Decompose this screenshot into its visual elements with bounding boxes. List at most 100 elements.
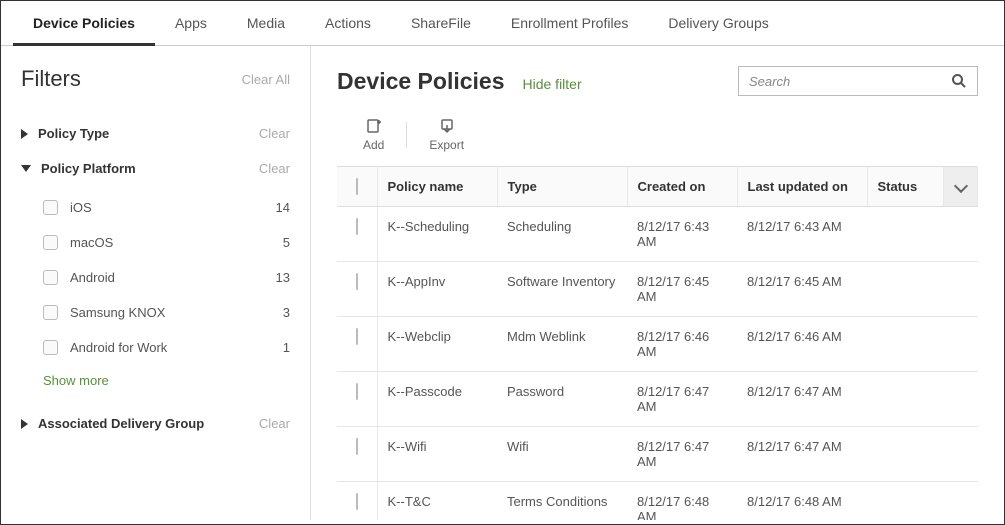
filter-group-delivery-group[interactable]: Associated Delivery Group Clear (21, 406, 290, 441)
cell-type: Software Inventory (497, 262, 627, 317)
filter-item-count: 5 (283, 235, 290, 250)
cell-status (867, 372, 978, 427)
cell-created: 8/12/17 6:45 AM (627, 262, 737, 317)
cell-created: 8/12/17 6:46 AM (627, 317, 737, 372)
checkbox[interactable] (356, 218, 358, 235)
cell-updated: 8/12/17 6:46 AM (737, 317, 867, 372)
export-button[interactable]: Export (429, 118, 464, 152)
cell-created: 8/12/17 6:43 AM (627, 207, 737, 262)
clear-link[interactable]: Clear (259, 161, 290, 176)
cell-created: 8/12/17 6:48 AM (627, 482, 737, 521)
tab-actions[interactable]: Actions (305, 1, 391, 45)
cell-policy-name: K--T&C (377, 482, 497, 521)
filter-group-label: Policy Platform (41, 161, 136, 176)
checkbox[interactable] (356, 273, 358, 290)
cell-updated: 8/12/17 6:45 AM (737, 262, 867, 317)
cell-updated: 8/12/17 6:47 AM (737, 372, 867, 427)
col-type[interactable]: Type (497, 167, 627, 207)
table-row[interactable]: K--WebclipMdm Weblink8/12/17 6:46 AM8/12… (337, 317, 978, 372)
cell-updated: 8/12/17 6:48 AM (737, 482, 867, 521)
filter-item-count: 13 (276, 270, 290, 285)
filter-item-samsung-knox[interactable]: Samsung KNOX 3 (43, 295, 290, 330)
col-last-updated[interactable]: Last updated on (737, 167, 867, 207)
chevron-down-icon (953, 179, 967, 193)
filter-item-label: Android (70, 270, 115, 285)
hide-filter-link[interactable]: Hide filter (523, 76, 582, 92)
checkbox[interactable] (356, 438, 358, 455)
toolbar-divider (406, 122, 407, 148)
filter-item-count: 14 (276, 200, 290, 215)
cell-policy-name: K--Wifi (377, 427, 497, 482)
chevron-right-icon (21, 129, 28, 139)
search-icon[interactable] (951, 73, 967, 89)
table-row[interactable]: K--T&CTerms Conditions8/12/17 6:48 AM8/1… (337, 482, 978, 521)
filter-item-android[interactable]: Android 13 (43, 260, 290, 295)
col-policy-name[interactable]: Policy name (377, 167, 497, 207)
search-input[interactable] (749, 74, 951, 89)
show-more-link[interactable]: Show more (43, 365, 290, 406)
add-label: Add (363, 138, 384, 152)
checkbox[interactable] (43, 200, 58, 215)
cell-policy-name: K--Scheduling (377, 207, 497, 262)
table-row[interactable]: K--PasscodePassword8/12/17 6:47 AM8/12/1… (337, 372, 978, 427)
table-row[interactable]: K--AppInvSoftware Inventory8/12/17 6:45 … (337, 262, 978, 317)
checkbox[interactable] (356, 178, 358, 195)
checkbox[interactable] (43, 305, 58, 320)
cell-type: Terms Conditions (497, 482, 627, 521)
chevron-down-icon (21, 165, 31, 172)
cell-status (867, 262, 978, 317)
chevron-right-icon (21, 419, 28, 429)
col-created-on[interactable]: Created on (627, 167, 737, 207)
cell-status (867, 427, 978, 482)
tab-sharefile[interactable]: ShareFile (391, 1, 491, 45)
cell-status (867, 207, 978, 262)
checkbox[interactable] (356, 383, 358, 400)
checkbox[interactable] (356, 493, 358, 510)
table-row[interactable]: K--SchedulingScheduling8/12/17 6:43 AM8/… (337, 207, 978, 262)
cell-policy-name: K--Webclip (377, 317, 497, 372)
page-title: Device Policies (337, 68, 505, 95)
filter-group-policy-type[interactable]: Policy Type Clear (21, 116, 290, 151)
filter-item-ios[interactable]: iOS 14 (43, 190, 290, 225)
cell-type: Password (497, 372, 627, 427)
cell-status (867, 482, 978, 521)
tab-media[interactable]: Media (227, 1, 305, 45)
tab-apps[interactable]: Apps (155, 1, 227, 45)
filter-item-macos[interactable]: macOS 5 (43, 225, 290, 260)
clear-all-link[interactable]: Clear All (242, 72, 290, 87)
checkbox[interactable] (43, 340, 58, 355)
checkbox[interactable] (43, 235, 58, 250)
checkbox[interactable] (356, 328, 358, 345)
search-box[interactable] (738, 66, 978, 96)
cell-created: 8/12/17 6:47 AM (627, 372, 737, 427)
cell-updated: 8/12/17 6:43 AM (737, 207, 867, 262)
table-row[interactable]: K--WifiWifi8/12/17 6:47 AM8/12/17 6:47 A… (337, 427, 978, 482)
filter-group-policy-platform[interactable]: Policy Platform Clear (21, 151, 290, 186)
clear-link[interactable]: Clear (259, 126, 290, 141)
cell-type: Mdm Weblink (497, 317, 627, 372)
tab-device-policies[interactable]: Device Policies (13, 1, 155, 45)
col-status[interactable]: Status (867, 167, 944, 207)
filter-item-android-for-work[interactable]: Android for Work 1 (43, 330, 290, 365)
filter-group-label: Associated Delivery Group (38, 416, 204, 431)
cell-type: Scheduling (497, 207, 627, 262)
filter-items-platform: iOS 14 macOS 5 Android 13 (21, 186, 290, 406)
cell-created: 8/12/17 6:47 AM (627, 427, 737, 482)
select-all-header[interactable] (337, 167, 377, 207)
filters-sidebar: Filters Clear All Policy Type Clear Poli… (1, 46, 311, 520)
filter-item-label: Samsung KNOX (70, 305, 165, 320)
checkbox[interactable] (43, 270, 58, 285)
cell-status (867, 317, 978, 372)
column-options[interactable] (944, 167, 978, 207)
tab-delivery-groups[interactable]: Delivery Groups (648, 1, 788, 45)
filter-group-label: Policy Type (38, 126, 109, 141)
filter-item-count: 3 (283, 305, 290, 320)
content-area: Device Policies Hide filter Add Export (311, 46, 1004, 520)
export-icon (439, 118, 455, 134)
add-button[interactable]: Add (363, 118, 384, 152)
filter-item-label: Android for Work (70, 340, 167, 355)
clear-link[interactable]: Clear (259, 416, 290, 431)
filter-item-count: 1 (283, 340, 290, 355)
filter-item-label: iOS (70, 200, 92, 215)
tab-enrollment-profiles[interactable]: Enrollment Profiles (491, 1, 649, 45)
